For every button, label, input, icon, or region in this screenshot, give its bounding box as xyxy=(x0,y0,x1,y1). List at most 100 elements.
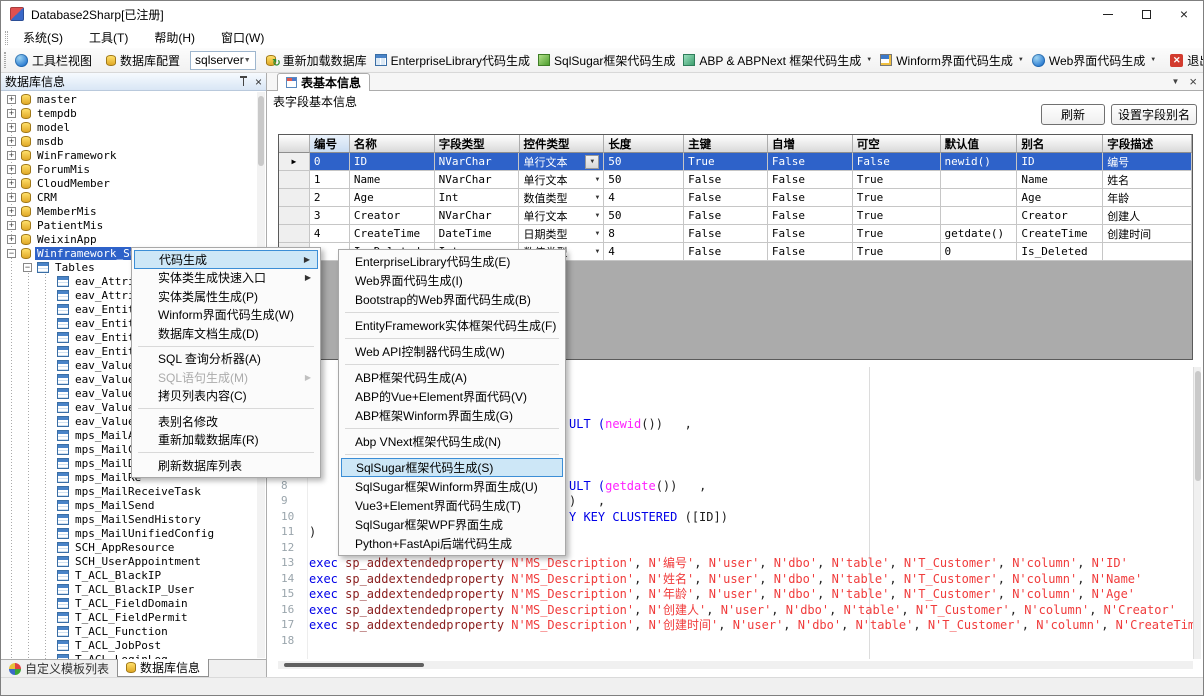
panel-close-icon[interactable]: × xyxy=(255,76,262,88)
combo-dropdown-icon[interactable]: ▼ xyxy=(596,248,600,255)
combo-dropdown-icon[interactable]: ▼ xyxy=(596,194,600,201)
table-row[interactable]: 1NameNVarChar单行文本▼50FalseFalseTrueName姓名 xyxy=(279,171,1192,189)
grid-cell[interactable]: 3 xyxy=(310,207,350,225)
tab-table-basic-info[interactable]: 表基本信息 xyxy=(277,73,370,91)
column-header-字段描述[interactable]: 字段描述 xyxy=(1103,135,1192,153)
grid-cell[interactable]: Is_Deleted xyxy=(1017,243,1103,261)
dropdown-arrow-icon[interactable]: ▼ xyxy=(866,57,872,63)
db-type-combobox[interactable]: sqlserver ▼ xyxy=(190,51,256,70)
grid-cell[interactable]: 4 xyxy=(604,243,684,261)
row-marker-cell[interactable] xyxy=(279,189,310,207)
grid-cell[interactable]: getdate() xyxy=(941,225,1018,243)
column-header-可空[interactable]: 可空 xyxy=(853,135,941,153)
grid-cell[interactable]: False xyxy=(684,225,768,243)
menu-item-ABP的Vue+Element界面代码(V)[interactable]: ABP的Vue+Element界面代码(V) xyxy=(341,387,563,406)
column-header-主键[interactable]: 主键 xyxy=(684,135,768,153)
grid-cell[interactable]: CreateTime xyxy=(350,225,435,243)
tree-item-CRM[interactable]: +CRM xyxy=(1,190,258,204)
grid-cell[interactable]: False xyxy=(853,153,941,171)
set-field-alias-button[interactable]: 设置字段别名 xyxy=(1111,104,1197,125)
menu-item-ABP框架Winform界面生成(G)[interactable]: ABP框架Winform界面生成(G) xyxy=(341,406,563,425)
tab-custom-templates[interactable]: 自定义模板列表 xyxy=(1,660,117,677)
menu-item-重新加载数据库(R)[interactable]: 重新加载数据库(R) xyxy=(134,431,318,450)
menu-item-刷新数据库列表[interactable]: 刷新数据库列表 xyxy=(134,456,318,475)
tab-list-dropdown-icon[interactable]: ▼ xyxy=(1171,77,1179,86)
menu-item-表别名修改[interactable]: 表别名修改 xyxy=(134,412,318,431)
menu-item-代码生成[interactable]: 代码生成▶ xyxy=(134,250,318,269)
grid-cell[interactable]: 日期类型▼ xyxy=(519,225,604,243)
expand-icon[interactable]: + xyxy=(7,151,16,160)
toolbar-abp-button[interactable]: ABP & ABPNext 框架代码生成 ▼ xyxy=(679,50,876,71)
grid-cell[interactable]: Int xyxy=(435,189,520,207)
menu-item-Abp VNext框架代码生成(N)[interactable]: Abp VNext框架代码生成(N) xyxy=(341,432,563,451)
grid-cell[interactable]: 0 xyxy=(941,243,1018,261)
menu-item-EntityFramework实体框架代码生成(F)[interactable]: EntityFramework实体框架代码生成(F) xyxy=(341,316,563,335)
tree-item-T_ACL_FieldDomain[interactable]: T_ACL_FieldDomain xyxy=(1,596,258,610)
grid-cell[interactable]: 4 xyxy=(310,225,350,243)
tree-item-SCH_AppResource[interactable]: SCH_AppResource xyxy=(1,540,258,554)
toolbar-web-button[interactable]: Web界面代码生成 ▼ xyxy=(1028,50,1160,71)
combo-dropdown-icon[interactable]: ▼ xyxy=(596,176,600,183)
editor-hscrollbar[interactable] xyxy=(278,661,1193,669)
menu-item-Winform界面代码生成(W)[interactable]: Winform界面代码生成(W) xyxy=(134,306,318,325)
grid-cell[interactable]: True xyxy=(853,225,941,243)
menu-item-数据库文档生成(D)[interactable]: 数据库文档生成(D) xyxy=(134,324,318,343)
menu-item-SqlSugar框架Winform界面生成(U)[interactable]: SqlSugar框架Winform界面生成(U) xyxy=(341,477,563,496)
grid-cell[interactable]: CreateTime xyxy=(1017,225,1103,243)
refresh-button[interactable]: 刷新 xyxy=(1041,104,1105,125)
menu-item-Bootstrap的Web界面代码生成(B)[interactable]: Bootstrap的Web界面代码生成(B) xyxy=(341,290,563,309)
grid-cell[interactable]: False xyxy=(684,207,768,225)
expand-icon[interactable]: + xyxy=(7,193,16,202)
grid-cell[interactable]: 单行文本▼ xyxy=(519,153,604,171)
tree-item-mps_MailSend[interactable]: mps_MailSend xyxy=(1,498,258,512)
tree-item-tempdb[interactable]: +tempdb xyxy=(1,106,258,120)
grid-cell[interactable]: True xyxy=(853,189,941,207)
tree-item-PatientMis[interactable]: +PatientMis xyxy=(1,218,258,232)
expand-icon[interactable]: + xyxy=(7,109,16,118)
menu-item-SqlSugar框架代码生成(S)[interactable]: SqlSugar框架代码生成(S) xyxy=(341,458,563,477)
expand-icon[interactable]: + xyxy=(7,137,16,146)
table-row[interactable]: ▶0IDNVarChar单行文本▼50TrueFalseFalsenewid()… xyxy=(279,153,1192,171)
menu-item-拷贝列表内容(C)[interactable]: 拷贝列表内容(C) xyxy=(134,387,318,406)
toolbar-view-button[interactable]: 工具栏视图 xyxy=(11,50,96,71)
maximize-button[interactable] xyxy=(1127,1,1165,27)
tree-item-model[interactable]: +model xyxy=(1,120,258,134)
collapse-icon[interactable]: − xyxy=(7,249,16,258)
grid-cell[interactable]: 2 xyxy=(310,189,350,207)
grid-cell[interactable]: 50 xyxy=(604,153,684,171)
tree-item-T_ACL_Function[interactable]: T_ACL_Function xyxy=(1,624,258,638)
menu-window[interactable]: 窗口(W) xyxy=(212,27,273,48)
menu-item-EnterpriseLibrary代码生成(E)[interactable]: EnterpriseLibrary代码生成(E) xyxy=(341,252,563,271)
expand-icon[interactable]: + xyxy=(7,123,16,132)
grid-cell[interactable]: Creator xyxy=(350,207,435,225)
grid-cell[interactable]: 50 xyxy=(604,207,684,225)
menu-item-ABP框架代码生成(A)[interactable]: ABP框架代码生成(A) xyxy=(341,368,563,387)
tree-item-T_ACL_JobPost[interactable]: T_ACL_JobPost xyxy=(1,638,258,652)
grid-cell[interactable]: 创建人 xyxy=(1103,207,1192,225)
grid-cell[interactable] xyxy=(1103,243,1192,261)
menu-item-SqlSugar框架WPF界面生成[interactable]: SqlSugar框架WPF界面生成 xyxy=(341,515,563,534)
expand-icon[interactable]: + xyxy=(7,235,16,244)
grid-cell[interactable] xyxy=(941,189,1018,207)
tree-item-T_ACL_FieldPermit[interactable]: T_ACL_FieldPermit xyxy=(1,610,258,624)
tree-item-mps_MailReceiveTask[interactable]: mps_MailReceiveTask xyxy=(1,484,258,498)
grid-cell[interactable]: False xyxy=(768,171,853,189)
column-header-名称[interactable]: 名称 xyxy=(350,135,435,153)
grid-cell[interactable]: 年龄 xyxy=(1103,189,1192,207)
row-marker-cell[interactable] xyxy=(279,225,310,243)
column-header-长度[interactable]: 长度 xyxy=(604,135,684,153)
combo-dropdown-icon[interactable]: ▼ xyxy=(596,230,600,237)
grid-cell[interactable]: True xyxy=(853,171,941,189)
table-row[interactable]: 4CreateTimeDateTime日期类型▼8FalseFalseTrueg… xyxy=(279,225,1192,243)
grid-cell[interactable]: False xyxy=(768,243,853,261)
grid-cell[interactable]: 0 xyxy=(310,153,350,171)
grid-cell[interactable]: False xyxy=(684,189,768,207)
grid-cell[interactable]: 50 xyxy=(604,171,684,189)
tab-database-info[interactable]: 数据库信息 xyxy=(117,659,209,677)
grid-cell[interactable]: True xyxy=(853,207,941,225)
grid-cell[interactable]: 姓名 xyxy=(1103,171,1192,189)
tree-item-T_ACL_BlackIP[interactable]: T_ACL_BlackIP xyxy=(1,568,258,582)
grid-cell[interactable]: newid() xyxy=(941,153,1018,171)
menu-item-Web界面代码生成(I)[interactable]: Web界面代码生成(I) xyxy=(341,271,563,290)
tree-item-mps_MailUnifiedConfig[interactable]: mps_MailUnifiedConfig xyxy=(1,526,258,540)
